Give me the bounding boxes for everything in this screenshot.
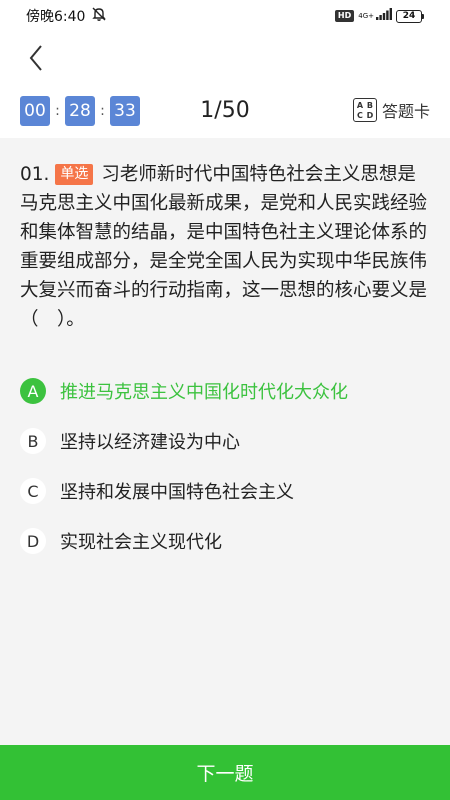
question-text: 习老师新时代中国特色社会主义思想是马克思主义中国化最新成果，是党和人民实践经验和… bbox=[20, 164, 428, 330]
battery-tip bbox=[422, 13, 424, 19]
status-bar: 傍晚6:40 HD 4G+ 24 bbox=[0, 0, 450, 32]
hd-badge: HD bbox=[334, 10, 355, 22]
option-text: 坚持以经济建设为中心 bbox=[60, 432, 240, 453]
question-stem: 01. 单选 习老师新时代中国特色社会主义思想是马克思主义中国化最新成果，是党和人民… bbox=[20, 160, 432, 334]
status-left: 傍晚6:40 bbox=[26, 6, 107, 26]
next-question-button[interactable]: 下一题 bbox=[0, 745, 450, 800]
timer-seconds: 33 bbox=[110, 96, 140, 126]
option-text: 实现社会主义现代化 bbox=[60, 532, 222, 553]
option-b[interactable]: B 坚持以经济建设为中心 bbox=[20, 416, 432, 466]
timer-hours: 00 bbox=[20, 96, 50, 126]
back-button[interactable] bbox=[22, 42, 50, 74]
option-text: 推进马克思主义中国化时代化大众化 bbox=[60, 382, 348, 403]
quiz-toolbar: 00 : 28 : 33 1/50 A B C D 答题卡 bbox=[0, 96, 450, 130]
option-d[interactable]: D 实现社会主义现代化 bbox=[20, 516, 432, 566]
question-type-badge: 单选 bbox=[55, 164, 94, 185]
option-text: 坚持和发展中国特色社会主义 bbox=[60, 482, 294, 503]
option-letter: D bbox=[20, 528, 46, 554]
answer-sheet-icon: A B C D bbox=[352, 98, 377, 122]
signal-icon bbox=[376, 8, 392, 24]
chevron-left-icon bbox=[29, 45, 42, 71]
option-a[interactable]: A 推进马克思主义中国化时代化大众化 bbox=[20, 366, 432, 416]
option-letter: C bbox=[20, 478, 46, 504]
network-type: 4G+ bbox=[358, 11, 374, 20]
answer-card-label: 答题卡 bbox=[381, 102, 430, 121]
answer-sheet-icon-letter: B bbox=[366, 100, 374, 110]
header-area: 傍晚6:40 HD 4G+ 24 00: 28: 33 1/50 A B C… bbox=[0, 0, 450, 138]
timer-minutes: 28 bbox=[65, 96, 95, 126]
option-letter: B bbox=[20, 428, 46, 454]
timer-separator: : bbox=[55, 103, 60, 119]
status-time: 傍晚6:40 bbox=[26, 9, 86, 25]
answer-card-button[interactable]: A B C D 答题卡 bbox=[352, 98, 430, 122]
status-right: HD 4G+ 24 bbox=[334, 8, 424, 24]
timer-separator: : bbox=[100, 103, 105, 119]
battery-level: 24 bbox=[396, 9, 422, 23]
question-number: 01. bbox=[20, 164, 50, 185]
mute-notification-icon bbox=[91, 6, 107, 26]
answer-sheet-icon-letter: A bbox=[356, 100, 364, 110]
answer-sheet-icon-letter: C bbox=[357, 110, 363, 120]
option-c[interactable]: C 坚持和发展中国特色社会主义 bbox=[20, 466, 432, 516]
battery-icon: 24 bbox=[396, 9, 424, 23]
option-letter: A bbox=[20, 378, 46, 404]
countdown-timer: 00 : 28 : 33 bbox=[20, 96, 140, 126]
answer-options: A 推进马克思主义中国化时代化大众化 B 坚持以经济建设为中心 C 坚持和发展中… bbox=[20, 366, 432, 566]
answer-sheet-icon-letter: D bbox=[366, 110, 374, 120]
